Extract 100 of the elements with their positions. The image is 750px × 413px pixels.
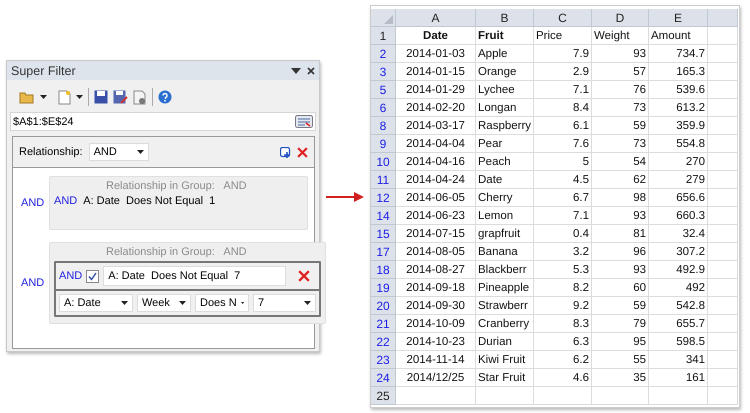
delete-icon[interactable] xyxy=(298,270,310,282)
add-group-icon[interactable] xyxy=(280,146,291,158)
table-cell: Pear xyxy=(476,135,534,153)
row-number[interactable]: 8 xyxy=(371,117,396,135)
row-number[interactable]: 23 xyxy=(371,351,396,369)
range-select-icon[interactable] xyxy=(295,115,313,128)
empty-cell xyxy=(708,333,738,351)
row-number[interactable]: 3 xyxy=(371,63,396,81)
table-cell: 73 xyxy=(592,135,649,153)
table-cell: Amount xyxy=(649,27,708,45)
row-number[interactable]: 17 xyxy=(371,243,396,261)
table-cell: Date xyxy=(396,27,476,45)
empty-cell xyxy=(708,153,738,171)
folder-icon[interactable] xyxy=(19,90,35,104)
table-cell: 270 xyxy=(649,153,708,171)
column-header[interactable]: B xyxy=(476,9,534,27)
table-cell: 93 xyxy=(592,261,649,279)
table-cell: 7.1 xyxy=(534,207,592,225)
save-as-icon[interactable] xyxy=(113,90,128,104)
condition-select[interactable]: Week xyxy=(137,294,191,312)
table-cell: 76 xyxy=(592,81,649,99)
row-number[interactable]: 12 xyxy=(371,189,396,207)
table-cell: 96 xyxy=(592,243,649,261)
row-number[interactable]: 25 xyxy=(371,387,396,405)
row-number[interactable]: 1 xyxy=(371,27,396,45)
save-icon[interactable] xyxy=(94,90,108,104)
table-cell: 54 xyxy=(592,153,649,171)
table-cell: 60 xyxy=(592,279,649,297)
row-number[interactable]: 22 xyxy=(371,333,396,351)
table-cell: 8.3 xyxy=(534,315,592,333)
table-cell: 5.3 xyxy=(534,261,592,279)
table-cell: 2014/12/25 xyxy=(396,369,476,387)
table-cell: 554.8 xyxy=(649,135,708,153)
table-cell: Pineapple xyxy=(476,279,534,297)
table-cell: Weight xyxy=(592,27,649,45)
table-cell: Fruit xyxy=(476,27,534,45)
condition-relation[interactable]: AND xyxy=(54,195,78,207)
row-number[interactable]: 15 xyxy=(371,225,396,243)
table-cell: 32.4 xyxy=(649,225,708,243)
row-number[interactable]: 11 xyxy=(371,171,396,189)
table-cell: 656.6 xyxy=(649,189,708,207)
table-cell: 492.9 xyxy=(649,261,708,279)
relationship-select[interactable]: AND xyxy=(88,143,149,161)
table-cell: 62 xyxy=(592,171,649,189)
dropdown-icon[interactable] xyxy=(291,68,301,74)
document-gear-icon[interactable] xyxy=(133,90,147,104)
table-cell: 0.4 xyxy=(534,225,592,243)
table-cell: 2014-01-29 xyxy=(396,81,476,99)
column-header[interactable]: C xyxy=(534,9,592,27)
table-cell: 2014-10-09 xyxy=(396,315,476,333)
row-number[interactable]: 19 xyxy=(371,279,396,297)
delete-icon[interactable] xyxy=(297,146,308,158)
table-cell: 59 xyxy=(592,297,649,315)
group-relationship-label: Relationship in Group: AND xyxy=(105,180,248,192)
help-icon[interactable] xyxy=(158,90,172,104)
row-number[interactable]: 24 xyxy=(371,369,396,387)
row-number[interactable]: 21 xyxy=(371,315,396,333)
table-cell: 3.2 xyxy=(534,243,592,261)
caret-icon xyxy=(304,301,311,305)
table-cell: 73 xyxy=(592,99,649,117)
row-number[interactable]: 6 xyxy=(371,99,396,117)
condition-select[interactable]: Does N xyxy=(195,294,249,312)
table-cell: 542.8 xyxy=(649,297,708,315)
empty-cell xyxy=(708,27,738,45)
row-number[interactable]: 9 xyxy=(371,135,396,153)
table-cell: 6.2 xyxy=(534,351,592,369)
column-header[interactable]: A xyxy=(396,9,476,27)
table-cell: Peach xyxy=(476,153,534,171)
close-icon[interactable] xyxy=(307,66,315,74)
empty-cell xyxy=(476,387,534,405)
row-number[interactable]: 5 xyxy=(371,81,396,99)
condition-field[interactable]: A: Date Does Not Equal 7 xyxy=(103,266,286,286)
table-cell: 341 xyxy=(649,351,708,369)
row-number[interactable]: 2 xyxy=(371,45,396,63)
new-document-icon[interactable] xyxy=(58,90,71,104)
empty-cell xyxy=(708,117,738,135)
table-cell: 2014-01-03 xyxy=(396,45,476,63)
empty-cell xyxy=(708,207,738,225)
condition-select[interactable]: 7 xyxy=(253,294,316,312)
condition-relation[interactable]: AND xyxy=(59,270,82,282)
range-field[interactable]: $A$1:$E$24 xyxy=(10,112,316,131)
caret-icon xyxy=(76,95,83,99)
column-header[interactable]: E xyxy=(649,9,708,27)
table-cell: 98 xyxy=(592,189,649,207)
empty-cell xyxy=(708,351,738,369)
condition-select[interactable]: A: Date xyxy=(59,294,133,312)
right-arrow-icon xyxy=(326,192,364,202)
table-cell: 2014-09-30 xyxy=(396,297,476,315)
row-number[interactable]: 20 xyxy=(371,297,396,315)
row-number[interactable]: 14 xyxy=(371,207,396,225)
row-number[interactable]: 18 xyxy=(371,261,396,279)
table-cell: 2014-10-23 xyxy=(396,333,476,351)
empty-cell xyxy=(708,279,738,297)
condition-checkbox[interactable] xyxy=(86,270,100,282)
table-cell: Price xyxy=(534,27,592,45)
table-cell: grapfruit xyxy=(476,225,534,243)
row-number[interactable]: 10 xyxy=(371,153,396,171)
table-cell: 279 xyxy=(649,171,708,189)
table-cell: 2.9 xyxy=(534,63,592,81)
column-header[interactable]: D xyxy=(592,9,649,27)
